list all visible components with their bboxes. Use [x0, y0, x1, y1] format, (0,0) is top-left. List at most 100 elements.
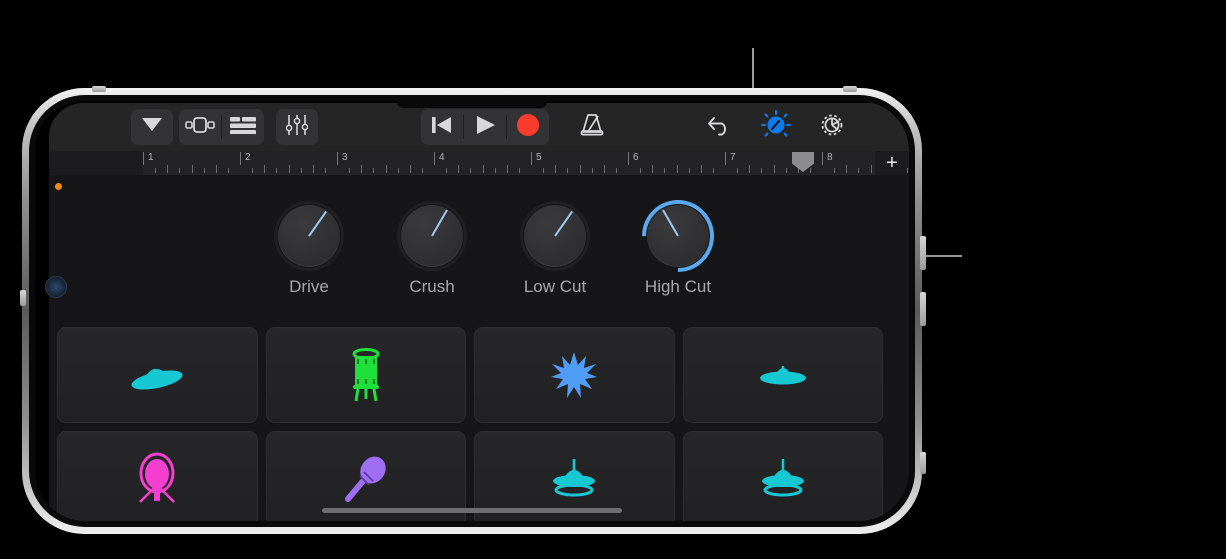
ruler-tick — [664, 168, 666, 173]
ruler-tick — [361, 165, 363, 173]
ruler-tick — [567, 168, 569, 173]
add-track-button[interactable]: + — [877, 151, 907, 175]
view-toggle-group — [179, 109, 264, 145]
rewind-icon — [431, 114, 453, 141]
hihat-icon — [550, 458, 598, 500]
pad-ride-cymbal[interactable] — [682, 327, 883, 423]
drive-knob-label: Drive — [289, 277, 329, 296]
undo-button[interactable] — [699, 109, 741, 145]
ruler-tick — [324, 168, 326, 173]
ruler-tick — [809, 168, 811, 173]
knob-icon — [761, 109, 791, 145]
ruler-tick — [603, 165, 605, 173]
ruler-tick — [288, 165, 290, 173]
undo-icon — [707, 114, 733, 141]
knob-cell-crush: Crush — [377, 201, 487, 297]
ruler-bar-label: 2 — [240, 152, 251, 165]
ruler-tick — [215, 165, 217, 173]
settings-button[interactable] — [811, 109, 853, 145]
ruler-bar-label: 3 — [337, 152, 348, 165]
ruler-tick — [506, 165, 508, 173]
ruler-tick — [555, 165, 557, 173]
pad-row — [57, 327, 883, 423]
toolbar — [49, 103, 909, 151]
low-cut-knob[interactable] — [520, 201, 590, 271]
ruler-tick — [688, 168, 690, 173]
hihat-icon — [759, 458, 807, 500]
tracks-view-button[interactable] — [222, 109, 264, 145]
record-icon — [516, 113, 540, 142]
metronome-button[interactable] — [571, 109, 613, 145]
ruler-tick — [300, 168, 302, 173]
ruler-tick — [906, 168, 908, 173]
sliders-icon — [285, 114, 309, 140]
drum-pad-grid — [57, 327, 883, 521]
ruler-tick — [870, 165, 872, 173]
navigation-chevron-button[interactable] — [131, 109, 173, 145]
crush-knob[interactable] — [397, 201, 467, 271]
pad-gong[interactable] — [57, 431, 258, 521]
ruler-tick — [615, 168, 617, 173]
pad-clap-burst[interactable] — [474, 327, 675, 423]
phone-button-nub-top-left — [92, 86, 106, 92]
crush-knob-label: Crush — [409, 277, 455, 296]
ruler-tick — [276, 168, 278, 173]
ruler-tick — [155, 168, 157, 173]
ruler-tick — [373, 168, 375, 173]
ruler-tick — [446, 168, 448, 173]
ruler-tick — [312, 165, 314, 173]
ruler-tick — [640, 168, 642, 173]
ruler-tick — [858, 168, 860, 173]
tom-drum-icon — [348, 347, 384, 403]
low-cut-knob-label: Low Cut — [523, 277, 587, 296]
ruler-tick — [179, 168, 181, 173]
pad-crash-cymbal[interactable] — [57, 327, 258, 423]
ruler-tick — [773, 165, 775, 173]
ruler-tick — [518, 168, 520, 173]
track-controls-button[interactable] — [276, 109, 318, 145]
gear-icon — [818, 111, 846, 144]
transport-group — [421, 109, 549, 145]
ruler-bar-label: 7 — [725, 152, 736, 165]
drive-knob[interactable] — [274, 201, 344, 271]
device-side-detail — [45, 276, 67, 298]
ruler-tick — [737, 168, 739, 173]
gong-icon — [134, 452, 180, 506]
ruler-tick — [458, 165, 460, 173]
browser-view-button[interactable] — [179, 109, 221, 145]
pad-tom-drum[interactable] — [265, 327, 466, 423]
iphone-device-frame: 12345678 + Drive Crush Low Cut High Cut — [22, 88, 922, 534]
ruler-bar-label: 1 — [143, 152, 154, 165]
ruler-tick — [191, 165, 193, 173]
ruler-tick — [761, 168, 763, 173]
starburst-icon — [551, 352, 598, 398]
ruler-tick — [543, 168, 545, 173]
pad-hihat-right[interactable] — [682, 431, 883, 521]
play-button[interactable] — [464, 109, 506, 145]
knob-cell-low-cut: Low Cut — [500, 201, 610, 297]
ruler-tick — [227, 168, 229, 173]
rewind-button[interactable] — [421, 109, 463, 145]
ruler-tick — [652, 165, 654, 173]
ruler-tick — [252, 168, 254, 173]
garageband-app: 12345678 + Drive Crush Low Cut High Cut — [35, 101, 909, 521]
browser-view-icon — [185, 116, 215, 139]
ruler-tick — [676, 165, 678, 173]
timeline-ruler[interactable]: 1 2 3 4 5 6 7 8 + — [49, 151, 909, 175]
maraca-icon — [343, 455, 389, 503]
record-button[interactable] — [507, 109, 549, 145]
home-indicator[interactable] — [322, 508, 622, 513]
high-cut-knob[interactable] — [627, 185, 729, 287]
toolbar-left-group — [131, 109, 318, 145]
instrument-workspace: Drive Crush Low Cut High Cut — [49, 175, 909, 521]
ruler-tick — [494, 168, 496, 173]
phone-button-nub-right-b — [920, 292, 926, 326]
phone-button-nub-right-c — [920, 452, 926, 474]
fx-controls-button[interactable] — [755, 109, 797, 145]
ruler-tick — [834, 168, 836, 173]
ruler-bar-label: 5 — [531, 152, 542, 165]
ruler-tick — [203, 168, 205, 173]
ruler-bar-label: 4 — [434, 152, 445, 165]
ruler-tick — [470, 168, 472, 173]
iphone-screen: 12345678 + Drive Crush Low Cut High Cut — [35, 101, 909, 521]
